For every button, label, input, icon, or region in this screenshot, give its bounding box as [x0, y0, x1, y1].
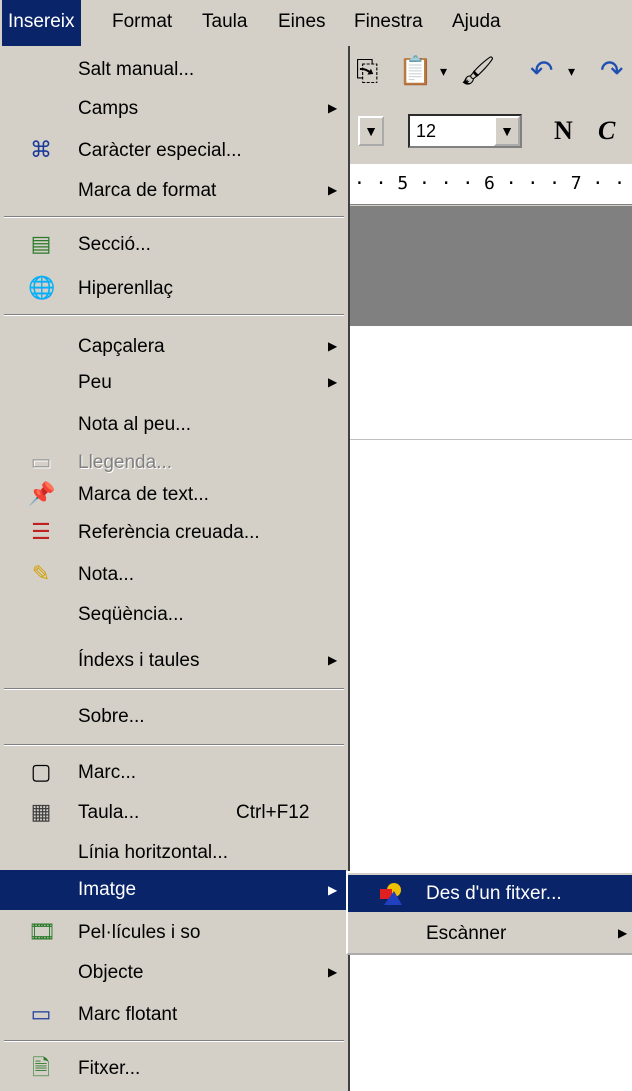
copy-icon[interactable]: ⎘ — [356, 54, 378, 88]
paste-dropdown-icon[interactable]: ▾ — [440, 54, 447, 88]
menu-item-envelope[interactable]: Sobre... — [0, 698, 346, 735]
menu-separator — [4, 688, 344, 690]
menu-item-section[interactable]: ▤ Secció... — [0, 226, 346, 263]
menu-item-floating-frame[interactable]: ▭ Marc flotant — [0, 996, 346, 1033]
menu-item-frame[interactable]: ▢ Marc... — [0, 754, 346, 791]
redo-icon[interactable]: ↷ — [600, 54, 623, 88]
menu-item-fields[interactable]: Camps ▶ — [0, 90, 346, 127]
menubar: Insereix Format Taula Eines Finestra Aju… — [0, 0, 632, 46]
menu-item-indexes-and-tables[interactable]: Índexs i taules ▶ — [0, 642, 346, 679]
menu-eines[interactable]: Eines — [272, 0, 332, 46]
menu-item-footer[interactable]: Peu ▶ — [0, 364, 346, 401]
menu-item-special-character[interactable]: ⌘ Caràcter especial... — [0, 132, 346, 169]
menu-item-header[interactable]: Capçalera ▶ — [0, 328, 346, 365]
submenu-item-scanner[interactable]: Escànner ▶ — [348, 915, 632, 952]
picture-submenu: Des d'un fitxer... Escànner ▶ — [346, 871, 632, 955]
menu-format[interactable]: Format — [106, 0, 178, 46]
font-size-combo[interactable]: 12 ▼ — [408, 114, 522, 148]
font-size-dropdown-button[interactable]: ▼ — [494, 116, 520, 146]
menu-item-sequence[interactable]: Seqüència... — [0, 596, 346, 633]
submenu-arrow-icon: ▶ — [328, 339, 338, 353]
menu-item-object[interactable]: Objecte ▶ — [0, 954, 346, 991]
insert-menu-dropdown: Salt manual... Camps ▶ ⌘ Caràcter especi… — [0, 46, 350, 1091]
menu-finestra[interactable]: Finestra — [348, 0, 429, 46]
menu-item-horizontal-line[interactable]: Línia horitzontal... — [0, 834, 346, 871]
menu-item-table[interactable]: ▦ Taula... Ctrl+F12 — [0, 794, 346, 831]
section-icon: ▤ — [30, 231, 52, 256]
undo-icon[interactable]: ↶ — [530, 54, 553, 88]
menu-item-formatting-mark[interactable]: Marca de format ▶ — [0, 172, 346, 209]
submenu-arrow-icon: ▶ — [328, 965, 338, 979]
submenu-arrow-icon: ▶ — [618, 926, 628, 940]
undo-dropdown-icon[interactable]: ▾ — [568, 54, 575, 88]
menu-separator — [4, 1040, 344, 1042]
note-icon: ✎ — [31, 561, 51, 586]
menu-separator — [4, 744, 344, 746]
menu-item-hyperlink[interactable]: 🌐 Hiperenllaç — [0, 270, 346, 307]
submenu-arrow-icon: ▶ — [328, 183, 338, 197]
floating-frame-icon: ▭ — [30, 1001, 52, 1026]
menu-item-bookmark[interactable]: 📌 Marca de text... — [0, 476, 346, 513]
font-size-value: 12 — [416, 121, 437, 141]
cross-reference-icon: ☰ — [31, 519, 51, 544]
menu-item-note[interactable]: ✎ Nota... — [0, 556, 346, 593]
submenu-arrow-icon: ▶ — [328, 101, 338, 115]
movie-sound-icon: 🎞 — [28, 919, 56, 944]
menu-insereix[interactable]: Insereix — [2, 0, 81, 46]
special-character-icon: ⌘ — [30, 137, 52, 162]
menu-taula[interactable]: Taula — [196, 0, 253, 46]
table-icon: ▦ — [30, 799, 52, 824]
submenu-arrow-icon: ▶ — [328, 883, 338, 897]
menu-item-file[interactable]: 🗎 Fitxer... — [0, 1050, 346, 1087]
caption-icon: ▭ — [30, 449, 52, 474]
bold-button[interactable]: N — [554, 116, 573, 146]
menu-ajuda[interactable]: Ajuda — [446, 0, 507, 46]
picture-from-file-icon — [378, 881, 404, 907]
hyperlink-globe-icon: 🌐 — [28, 275, 56, 300]
frame-icon: ▢ — [30, 759, 52, 784]
format-paintbrush-icon[interactable]: 🖌 — [460, 54, 496, 88]
font-name-dropdown-button[interactable]: ▼ — [358, 116, 384, 146]
submenu-arrow-icon: ▶ — [328, 653, 338, 667]
table-shortcut: Ctrl+F12 — [236, 802, 310, 823]
bookmark-pin-icon: 📌 — [28, 481, 56, 506]
menu-item-picture[interactable]: Imatge ▶ — [0, 870, 346, 910]
menu-separator — [4, 216, 344, 218]
menu-item-footnote[interactable]: Nota al peu... — [0, 406, 346, 443]
italic-button[interactable]: C — [598, 116, 615, 146]
submenu-arrow-icon: ▶ — [328, 375, 338, 389]
menu-separator — [4, 314, 344, 316]
submenu-item-from-file[interactable]: Des d'un fitxer... — [348, 875, 632, 912]
insert-file-icon: 🗎 — [32, 1055, 50, 1080]
paste-icon[interactable]: 📋 — [398, 54, 433, 88]
menu-item-manual-break[interactable]: Salt manual... — [0, 51, 346, 88]
menu-item-cross-reference[interactable]: ☰ Referència creuada... — [0, 514, 346, 551]
menu-item-movies-and-sound[interactable]: 🎞 Pel·lícules i so — [0, 914, 346, 951]
